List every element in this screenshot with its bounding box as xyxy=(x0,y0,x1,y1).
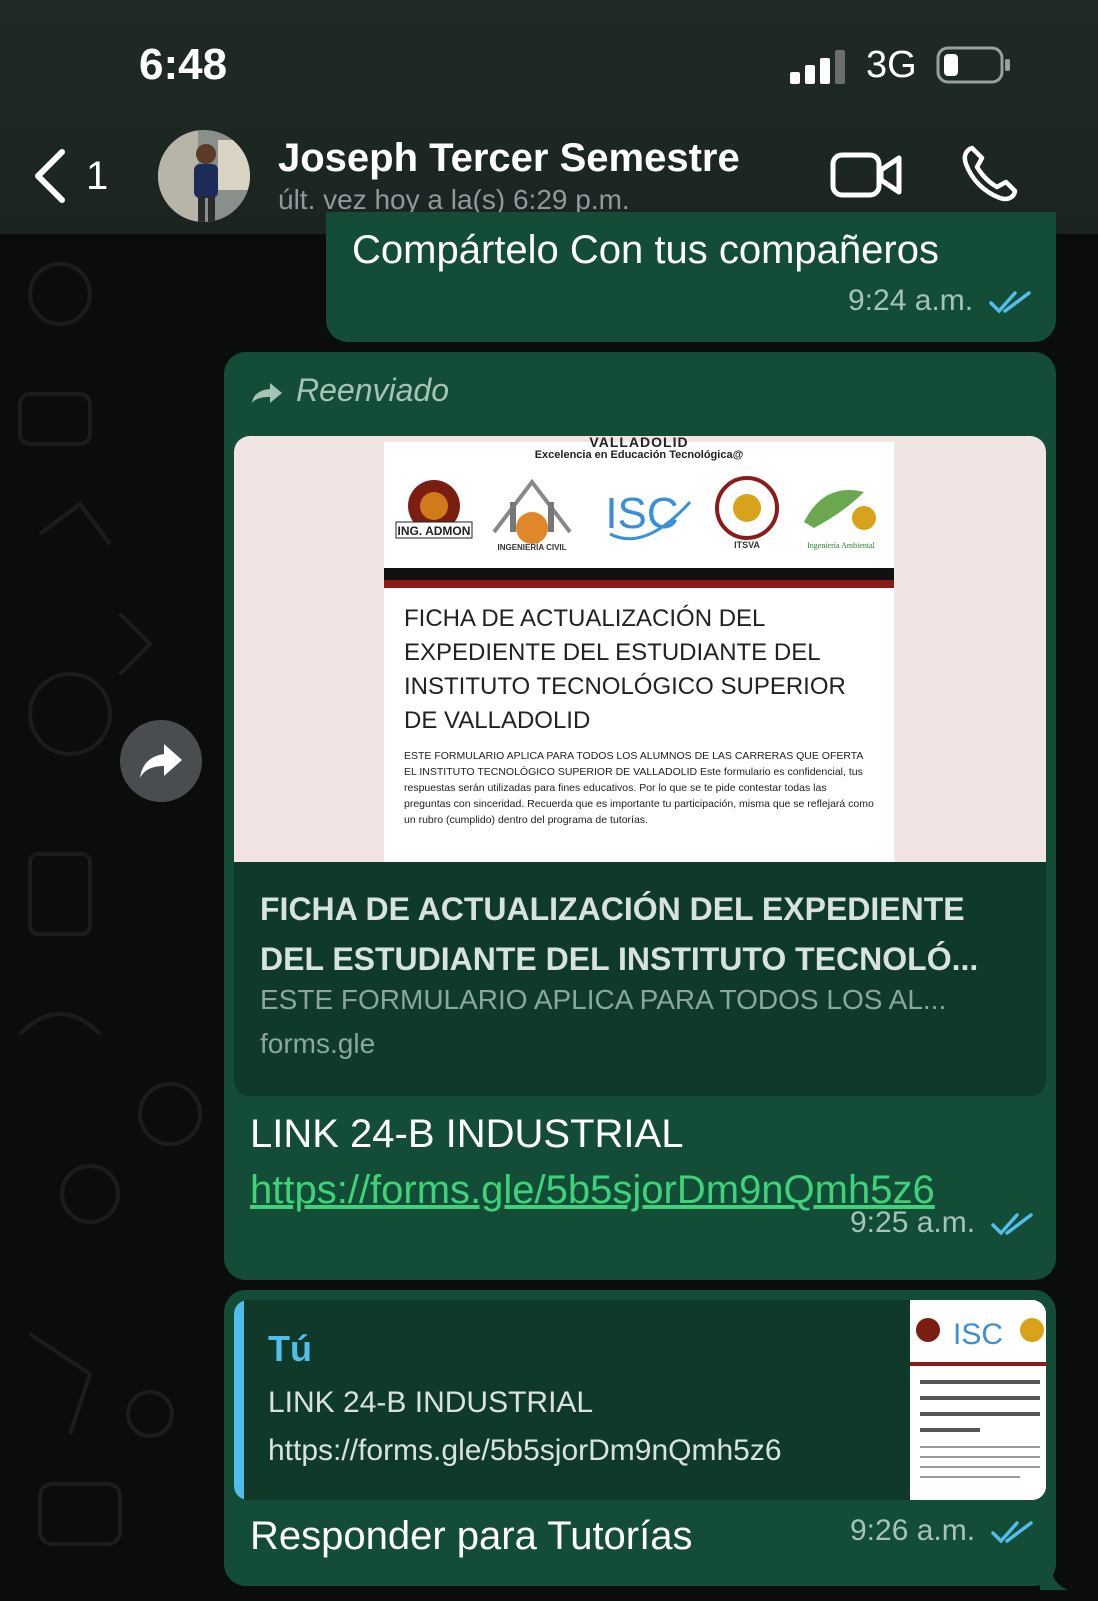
video-call-icon[interactable] xyxy=(830,150,902,200)
banner-subtitle: Excelencia en Educación Tecnológica@ xyxy=(534,449,744,461)
form-title: FICHA DE ACTUALIZACIÓN DEL EXPEDIENTE DE… xyxy=(404,605,846,734)
banner-top-text: VALLADOLID xyxy=(589,436,689,450)
itsva-logo: ITSVA xyxy=(715,476,779,550)
quoted-message[interactable]: Tú LINK 24-B INDUSTRIAL https://forms.gl… xyxy=(234,1300,1046,1500)
message-meta: 9:25 a.m. xyxy=(850,1206,1034,1240)
ingenieria-civil-logo: INGENIERÍA CIVIL xyxy=(492,478,572,552)
quote-author: Tú xyxy=(268,1328,312,1369)
message-meta: 9:26 a.m. xyxy=(850,1514,1034,1548)
isc-logo: ISC xyxy=(605,489,692,541)
read-receipt-icon xyxy=(991,1213,1034,1236)
message-bubble-forwarded[interactable]: Reenviado VALLADOLID Excelencia en Educa… xyxy=(224,352,1056,1280)
message-time: 9:25 a.m. xyxy=(850,1206,976,1239)
network-type: 3G xyxy=(866,44,917,86)
contact-avatar[interactable] xyxy=(158,130,250,222)
message-time: 9:26 a.m. xyxy=(850,1514,976,1547)
message-bubble-outgoing[interactable]: Compártelo Con tus compañeros 9:24 a.m. xyxy=(326,212,1056,342)
link-preview-card[interactable]: VALLADOLID Excelencia en Educación Tecno… xyxy=(234,436,1046,1096)
message-text: LINK 24-B INDUSTRIAL xyxy=(250,1112,684,1156)
message-text: Compártelo Con tus compañeros xyxy=(352,228,939,272)
preview-description: ESTE FORMULARIO APLICA PARA TODOS LOS AL… xyxy=(260,984,947,1015)
logos-banner: VALLADOLID Excelencia en Educación Tecno… xyxy=(384,436,894,568)
forwarded-label: Reenviado xyxy=(250,372,449,409)
form-header-card: FICHA DE ACTUALIZACIÓN DEL EXPEDIENTE DE… xyxy=(384,580,894,870)
ing-admon-logo: ING. ADMON xyxy=(395,480,473,539)
link-preview-info[interactable]: FICHA DE ACTUALIZACIÓN DEL EXPEDIENTE DE… xyxy=(234,862,1046,1096)
read-receipt-icon xyxy=(989,291,1032,314)
svg-text:ING. ADMON: ING. ADMON xyxy=(398,524,471,538)
bubble-tail xyxy=(1040,1566,1068,1590)
svg-text:Ingeniería Ambiental: Ingeniería Ambiental xyxy=(807,541,876,550)
phone-call-icon[interactable] xyxy=(960,144,1018,204)
message-text: Responder para Tutorías xyxy=(250,1514,693,1558)
chat-header: 6:48 3G 1 Joseph Tercer Semestre últ. ve… xyxy=(0,0,1098,234)
contact-name[interactable]: Joseph Tercer Semestre xyxy=(278,136,740,181)
preview-title: FICHA DE ACTUALIZACIÓN DEL EXPEDIENTE DE… xyxy=(260,891,979,977)
cellular-signal-icon xyxy=(790,50,845,84)
link-preview-image: VALLADOLID Excelencia en Educación Tecno… xyxy=(234,436,1046,870)
banner-divider xyxy=(384,568,894,580)
form-description: ESTE FORMULARIO APLICA PARA TODOS LOS AL… xyxy=(404,750,874,826)
status-time: 6:48 xyxy=(139,40,228,89)
quote-accent-bar xyxy=(234,1300,244,1500)
ingenieria-ambiental-logo: Ingeniería Ambiental xyxy=(804,490,876,550)
svg-text:INGENIERÍA CIVIL: INGENIERÍA CIVIL xyxy=(497,543,566,552)
message-link[interactable]: https://forms.gle/5b5sjorDm9nQmh5z6 xyxy=(250,1168,935,1213)
forward-share-button[interactable] xyxy=(120,720,202,802)
preview-domain: forms.gle xyxy=(260,1028,376,1059)
message-time: 9:24 a.m. xyxy=(848,284,974,317)
message-bubble-reply[interactable]: Tú LINK 24-B INDUSTRIAL https://forms.gl… xyxy=(224,1290,1056,1586)
message-meta: 9:24 a.m. xyxy=(848,284,1032,318)
quote-text: LINK 24-B INDUSTRIAL xyxy=(268,1386,594,1419)
quote-thumbnail: ISC xyxy=(910,1300,1046,1500)
svg-text:ISC: ISC xyxy=(605,489,678,538)
unread-count[interactable]: 1 xyxy=(86,154,108,199)
svg-text:ISC: ISC xyxy=(953,1318,1003,1351)
svg-text:ITSVA: ITSVA xyxy=(734,540,760,550)
forwarded-arrow-icon xyxy=(252,382,282,403)
share-arrow-icon xyxy=(140,744,182,778)
battery-icon xyxy=(936,46,1010,84)
read-receipt-icon xyxy=(991,1521,1034,1544)
back-chevron-icon[interactable] xyxy=(28,146,72,206)
quote-link: https://forms.gle/5b5sjorDm9nQmh5z6 xyxy=(268,1434,782,1467)
